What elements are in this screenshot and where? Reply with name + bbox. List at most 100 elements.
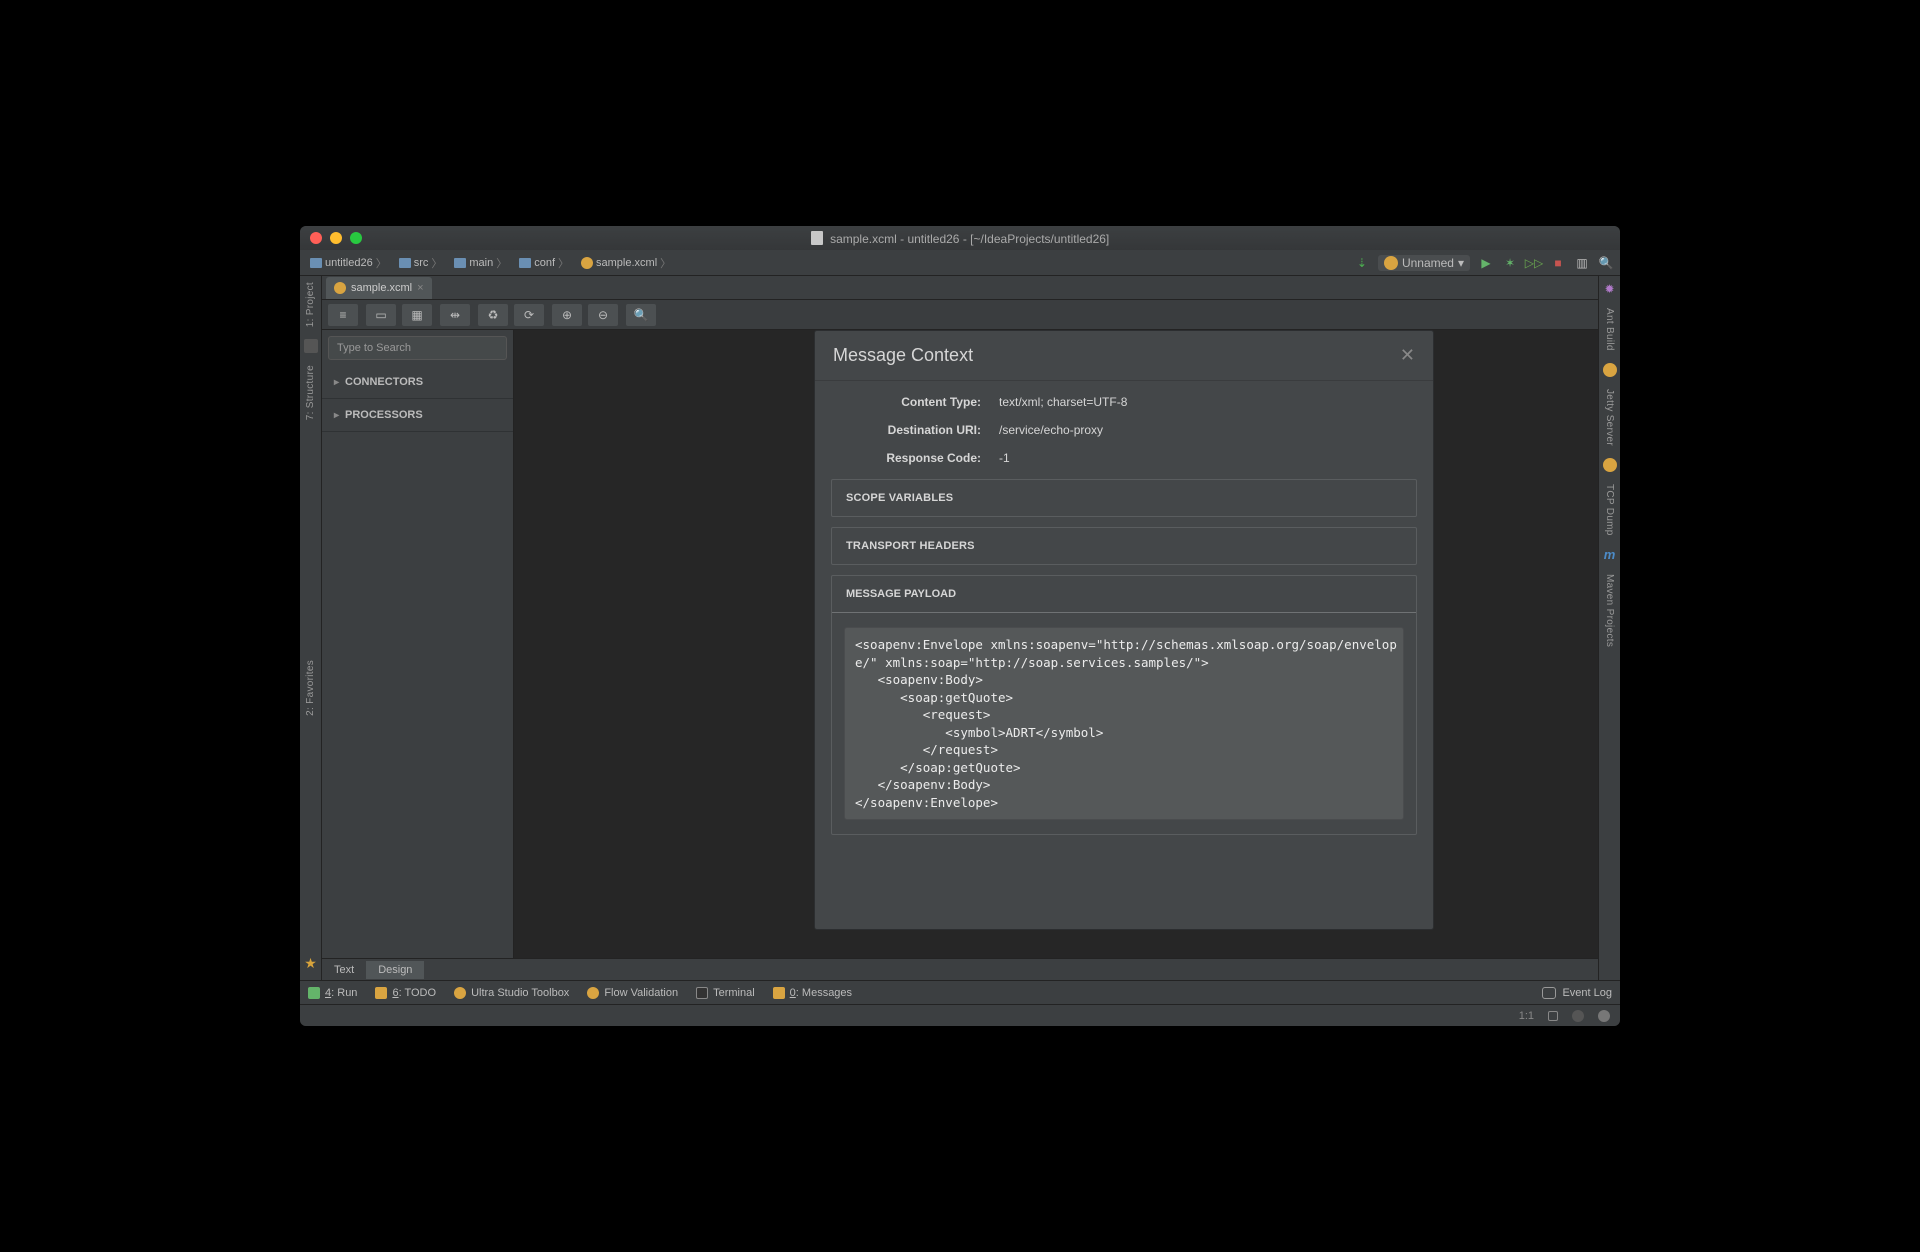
view-single-icon[interactable]: ▭ xyxy=(366,304,396,326)
dialog-title: Message Context xyxy=(833,345,973,366)
kv-value: /service/echo-proxy xyxy=(999,423,1103,437)
tool-validation[interactable]: Flow Validation xyxy=(587,987,678,999)
tool-todo[interactable]: 6: TODO xyxy=(375,987,436,999)
run-config-label: Unnamed xyxy=(1402,256,1454,270)
tool-tcp[interactable]: TCP Dump xyxy=(1604,484,1615,536)
window-title: sample.xcml - untitled26 - [~/IdeaProjec… xyxy=(300,231,1620,246)
dialog-body: Content Type: text/xml; charset=UTF-8 De… xyxy=(815,381,1433,845)
menu-icon[interactable]: ≡ xyxy=(328,304,358,326)
dialog-header: Message Context ✕ xyxy=(815,331,1433,381)
design-canvas[interactable]: Message Context ✕ Content Type: text/xml… xyxy=(514,330,1598,958)
breadcrumb-item[interactable]: conf〉 xyxy=(515,253,573,273)
run-icon xyxy=(308,987,320,999)
hector-icon[interactable] xyxy=(1572,1010,1584,1022)
recycle-icon[interactable]: ♻ xyxy=(478,304,508,326)
messages-icon xyxy=(773,987,785,999)
tool-run[interactable]: 4: Run xyxy=(308,987,357,999)
designer-toolbar: ≡ ▭ ▦ ⇹ ♻ ⟳ ⊕ ⊖ 🔍 xyxy=(322,300,1598,330)
file-icon xyxy=(811,231,823,245)
breadcrumb-item[interactable]: untitled26〉 xyxy=(306,253,391,273)
message-context-dialog: Message Context ✕ Content Type: text/xml… xyxy=(814,330,1434,930)
rerun-button[interactable]: ▷▷ xyxy=(1526,255,1542,271)
run-button[interactable]: ▶ xyxy=(1478,255,1494,271)
title-project: untitled26 xyxy=(907,232,959,246)
titlebar: sample.xcml - untitled26 - [~/IdeaProjec… xyxy=(300,226,1620,250)
tool-ant[interactable]: Ant Build xyxy=(1604,308,1615,351)
breadcrumb: untitled26〉 src〉 main〉 conf〉 sample.xcml… xyxy=(306,253,675,273)
breadcrumb-item[interactable]: sample.xcml〉 xyxy=(577,253,675,273)
zoom-in-icon[interactable]: ⊕ xyxy=(552,304,582,326)
close-icon[interactable]: × xyxy=(417,282,423,294)
chevron-right-icon: ▸ xyxy=(334,410,339,421)
tool-project[interactable]: 1: Project xyxy=(305,282,316,327)
message-payload-section: MESSAGE PAYLOAD <soapenv:Envelope xmlns:… xyxy=(831,575,1417,835)
kv-value: text/xml; charset=UTF-8 xyxy=(999,395,1127,409)
tool-favorites[interactable]: 2: Favorites xyxy=(305,660,316,716)
event-log-button[interactable]: Event Log xyxy=(1562,987,1612,999)
tab-label: sample.xcml xyxy=(351,282,412,294)
maven-icon[interactable]: m xyxy=(1604,547,1616,562)
left-stripe: 1: Project 7: Structure 2: Favorites ★ xyxy=(300,276,322,980)
ant-icon[interactable]: ✹ xyxy=(1604,282,1614,296)
editor-mode-tabs: Text Design xyxy=(322,958,1598,980)
scope-variables-section[interactable]: SCOPE VARIABLES xyxy=(831,479,1417,517)
layout-icon[interactable]: ▥ xyxy=(1574,255,1590,271)
editor-tabs: sample.xcml × xyxy=(322,276,1598,300)
folder-icon xyxy=(310,258,322,268)
editor-tab[interactable]: sample.xcml × xyxy=(326,277,432,299)
tool-maven[interactable]: Maven Projects xyxy=(1604,574,1615,647)
title-path: [~/IdeaProjects/untitled26] xyxy=(970,232,1109,246)
search-input[interactable] xyxy=(328,336,507,360)
status-blob-icon[interactable] xyxy=(1598,1010,1610,1022)
bubble-icon xyxy=(1542,987,1556,999)
favorite-star-icon[interactable]: ★ xyxy=(304,955,317,972)
tool-toolbox[interactable]: Ultra Studio Toolbox xyxy=(454,987,569,999)
jetty-icon[interactable] xyxy=(1603,363,1617,377)
kv-row: Response Code: -1 xyxy=(831,451,1417,465)
tab-text[interactable]: Text xyxy=(322,961,366,979)
chevron-right-icon: ▸ xyxy=(334,377,339,388)
align-icon[interactable]: ⇹ xyxy=(440,304,470,326)
xcml-icon xyxy=(581,257,593,269)
search-icon[interactable]: 🔍 xyxy=(626,304,656,326)
stop-button[interactable]: ■ xyxy=(1550,255,1566,271)
config-avatar-icon xyxy=(1384,256,1398,270)
toolbox-icon xyxy=(454,987,466,999)
refresh-icon[interactable]: ⟳ xyxy=(514,304,544,326)
kv-row: Destination URI: /service/echo-proxy xyxy=(831,423,1417,437)
body: 1: Project 7: Structure 2: Favorites ★ s… xyxy=(300,276,1620,980)
tab-design[interactable]: Design xyxy=(366,961,424,979)
lock-icon[interactable] xyxy=(1548,1011,1558,1021)
folder-icon xyxy=(454,258,466,268)
zoom-out-icon[interactable]: ⊖ xyxy=(588,304,618,326)
title-file: sample.xcml xyxy=(830,232,897,246)
tool-icon[interactable] xyxy=(304,339,318,353)
tool-messages[interactable]: 0: Messages xyxy=(773,987,852,999)
update-icon[interactable]: ⇣ xyxy=(1354,255,1370,271)
payload-body: <soapenv:Envelope xmlns:soapenv="http://… xyxy=(832,613,1416,834)
close-icon[interactable]: ✕ xyxy=(1400,345,1415,366)
tool-structure[interactable]: 7: Structure xyxy=(305,365,316,420)
tool-terminal[interactable]: Terminal xyxy=(696,987,755,999)
folder-icon xyxy=(519,258,531,268)
editor-area: sample.xcml × ≡ ▭ ▦ ⇹ ♻ ⟳ ⊕ ⊖ 🔍 xyxy=(322,276,1598,980)
debug-button[interactable]: ✶ xyxy=(1502,255,1518,271)
payload-code[interactable]: <soapenv:Envelope xmlns:soapenv="http://… xyxy=(844,627,1404,820)
kv-value: -1 xyxy=(999,451,1010,465)
view-grid-icon[interactable]: ▦ xyxy=(402,304,432,326)
connectors-section[interactable]: ▸ CONNECTORS xyxy=(322,366,513,399)
run-config-selector[interactable]: Unnamed ▾ xyxy=(1378,255,1470,271)
processors-section[interactable]: ▸ PROCESSORS xyxy=(322,399,513,432)
search-icon[interactable]: 🔍 xyxy=(1598,255,1614,271)
tool-windows-bar: 4: Run 6: TODO Ultra Studio Toolbox Flow… xyxy=(300,980,1620,1004)
right-stripe: ✹ Ant Build Jetty Server TCP Dump m Mave… xyxy=(1598,276,1620,980)
tcp-icon[interactable] xyxy=(1603,458,1617,472)
palette-search xyxy=(328,336,507,360)
breadcrumb-item[interactable]: main〉 xyxy=(450,253,511,273)
kv-key: Destination URI: xyxy=(831,423,999,437)
transport-headers-section[interactable]: TRANSPORT HEADERS xyxy=(831,527,1417,565)
terminal-icon xyxy=(696,987,708,999)
breadcrumb-item[interactable]: src〉 xyxy=(395,253,447,273)
tool-jetty[interactable]: Jetty Server xyxy=(1604,389,1615,446)
folder-icon xyxy=(399,258,411,268)
